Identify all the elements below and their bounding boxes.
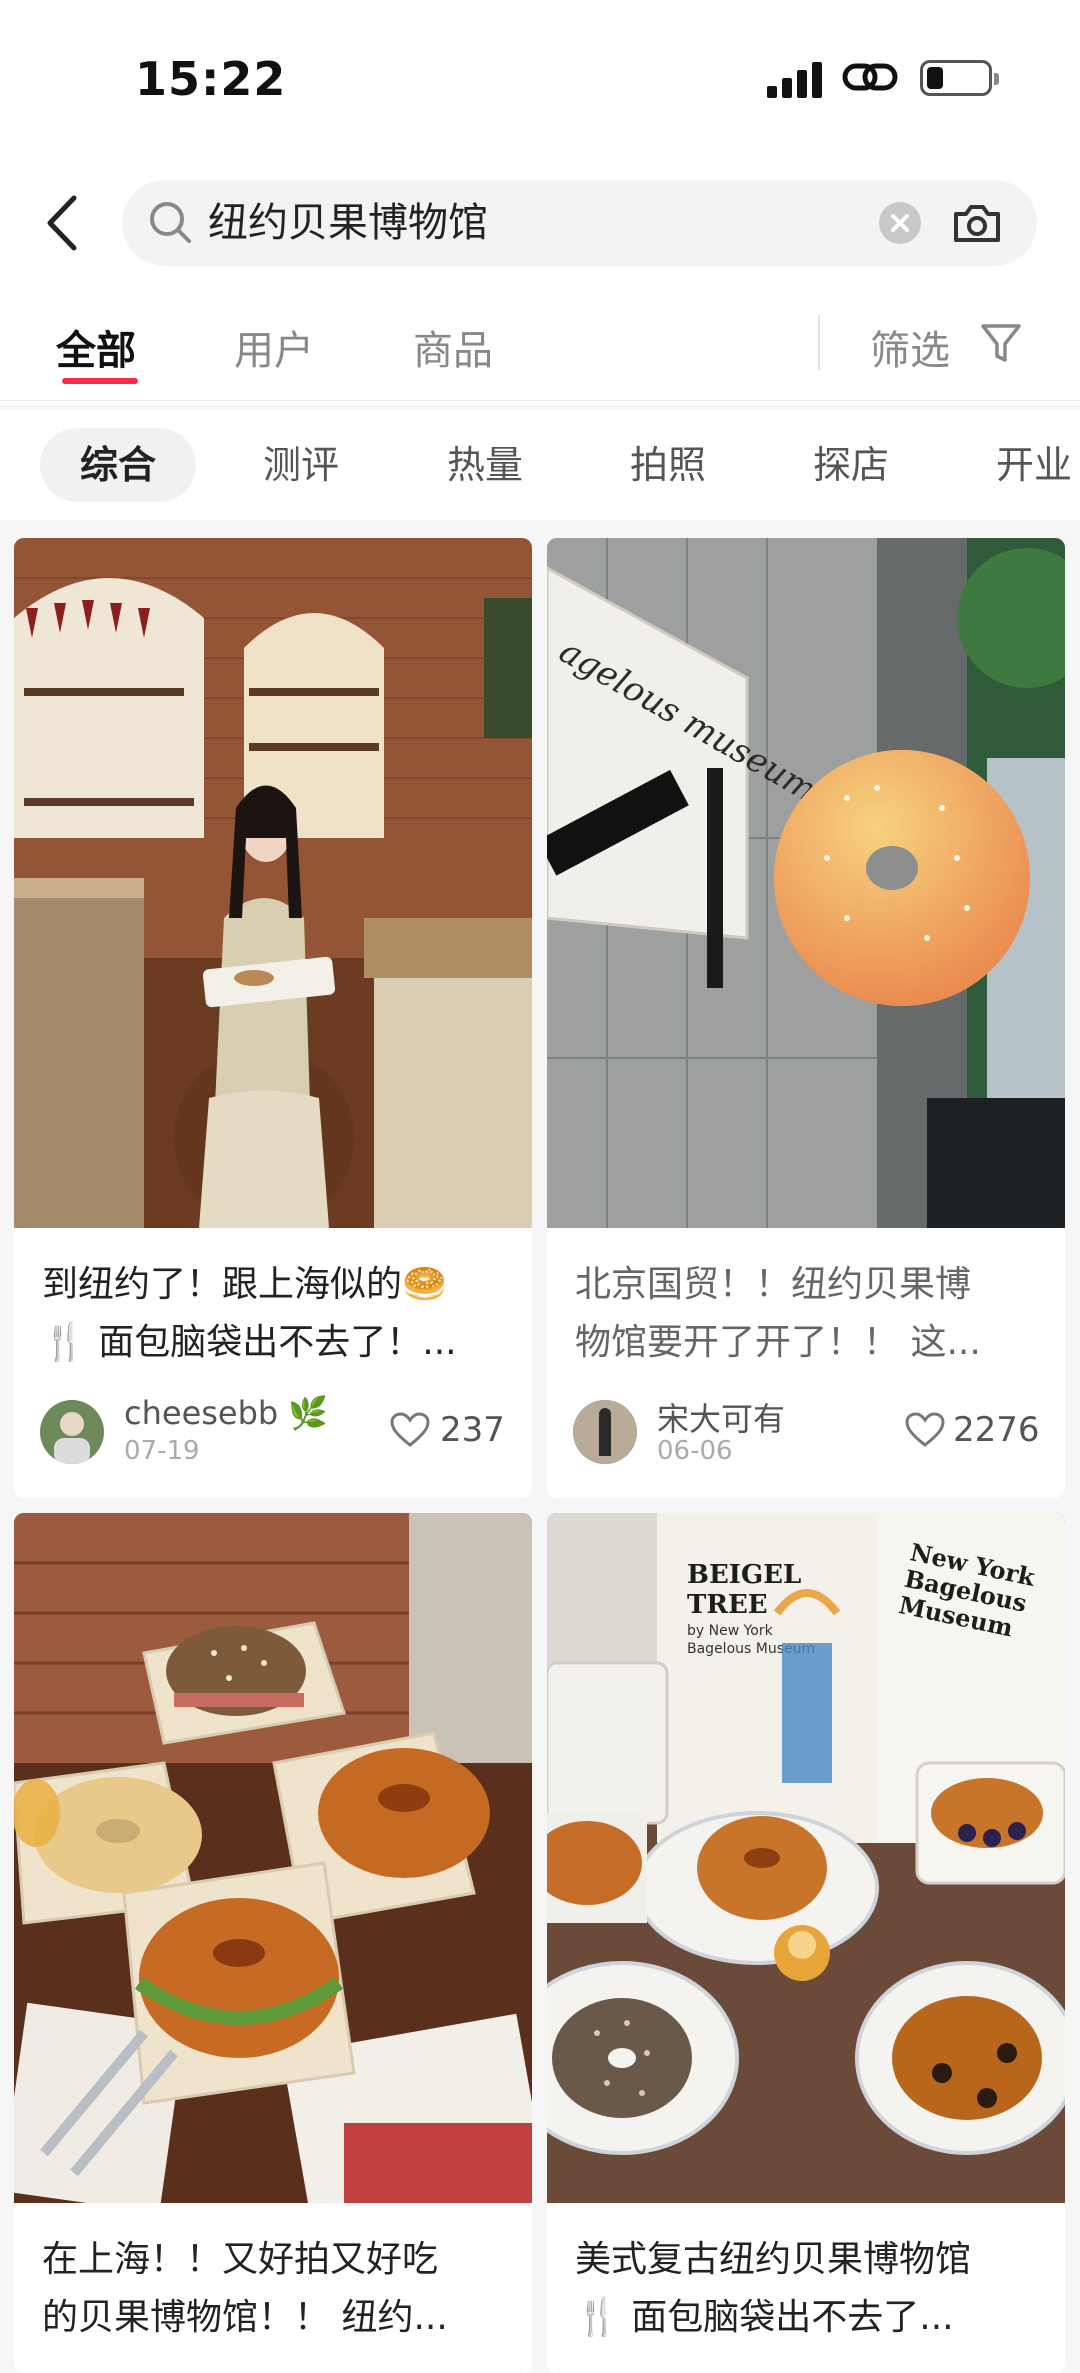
post-title-line: 北京国贸！！纽约贝果博	[575, 1264, 972, 1305]
post-title-line: 🍴 面包脑袋出不去了...	[575, 2297, 954, 2338]
post-date: 06-06	[657, 1436, 733, 1466]
post-title-line: 物馆要开了开了！！ 这...	[575, 1322, 981, 1363]
heart-icon[interactable]	[905, 1412, 945, 1448]
search-input[interactable]: 纽约贝果博物馆	[122, 180, 1037, 266]
post-cover-image[interactable]: BEIGEL TREE by New York Bagelous Museum …	[547, 1513, 1065, 2203]
chip-opening[interactable]: 开业	[956, 428, 1080, 502]
chip-photo[interactable]: 拍照	[590, 428, 746, 502]
clear-search-button[interactable]	[879, 202, 921, 244]
post-title[interactable]: 在上海！！又好拍又好吃 的贝果博物馆！！ 纽约...	[42, 2231, 512, 2347]
avatar[interactable]	[573, 1400, 637, 1464]
heart-icon[interactable]	[390, 1412, 430, 1448]
filter-button[interactable]: 筛选	[870, 318, 950, 376]
chip-comprehensive[interactable]: 综合	[40, 428, 196, 502]
battery-icon	[920, 60, 999, 96]
post-title-line: 美式复古纽约贝果博物馆	[575, 2239, 972, 2280]
avatar[interactable]	[40, 1400, 104, 1464]
post-title-line: 🍴 面包脑袋出不去了！...	[42, 1322, 457, 1363]
camera-search-button[interactable]	[952, 200, 1002, 246]
post-title[interactable]: 到纽约了！跟上海似的🥯 🍴 面包脑袋出不去了！...	[42, 1256, 512, 1372]
active-tab-indicator	[62, 378, 138, 384]
chip-visit[interactable]: 探店	[773, 428, 929, 502]
category-chips: 综合 测评 热量 拍照 探店 开业	[0, 410, 1080, 520]
signal-icon	[767, 60, 823, 98]
post-title-line: 在上海！！又好拍又好吃	[42, 2239, 439, 2280]
filter-icon[interactable]	[980, 322, 1022, 366]
tab-products[interactable]: 商品	[413, 318, 493, 376]
back-button[interactable]	[40, 192, 86, 254]
tab-users[interactable]: 用户	[234, 318, 314, 376]
post-date: 07-19	[124, 1436, 200, 1466]
post-card[interactable]: 在上海！！又好拍又好吃 的贝果博物馆！！ 纽约...	[14, 1513, 532, 2373]
search-query[interactable]: 纽约贝果博物馆	[208, 196, 488, 250]
post-title-line: 的贝果博物馆！！ 纽约...	[42, 2297, 448, 2338]
tab-divider	[818, 315, 820, 371]
like-count: 237	[440, 1410, 505, 1450]
close-icon	[891, 214, 909, 232]
author-name[interactable]: cheesebb 🌿	[124, 1394, 328, 1432]
bag-text: TREE	[687, 1590, 768, 1620]
tab-all[interactable]: 全部	[56, 318, 136, 376]
post-card[interactable]: BEIGEL TREE by New York Bagelous Museum …	[547, 1513, 1065, 2373]
chip-review[interactable]: 测评	[223, 428, 379, 502]
post-cover-image[interactable]	[14, 1513, 532, 2203]
bag-text: BEIGEL	[687, 1560, 801, 1590]
post-card[interactable]: 到纽约了！跟上海似的🥯 🍴 面包脑袋出不去了！... cheesebb 🌿 07…	[14, 538, 532, 1498]
post-cover-image[interactable]	[14, 538, 532, 1228]
bag-text: by New York	[687, 1623, 774, 1639]
author-name[interactable]: 宋大可有	[657, 1394, 785, 1440]
post-title[interactable]: 美式复古纽约贝果博物馆 🍴 面包脑袋出不去了...	[575, 2231, 1045, 2347]
post-card[interactable]: agelous museum 北京国贸！！纽约贝果博 物馆要开了开了！！ 这..…	[547, 538, 1065, 1498]
post-cover-image[interactable]: agelous museum	[547, 538, 1065, 1228]
link-icon	[842, 63, 898, 91]
search-icon	[150, 202, 191, 243]
status-time: 15:22	[135, 52, 287, 106]
post-title[interactable]: 北京国贸！！纽约贝果博 物馆要开了开了！！ 这...	[575, 1256, 1045, 1372]
chip-calories[interactable]: 热量	[407, 428, 563, 502]
like-count: 2276	[953, 1410, 1040, 1450]
post-title-line: 到纽约了！跟上海似的🥯	[42, 1264, 447, 1305]
